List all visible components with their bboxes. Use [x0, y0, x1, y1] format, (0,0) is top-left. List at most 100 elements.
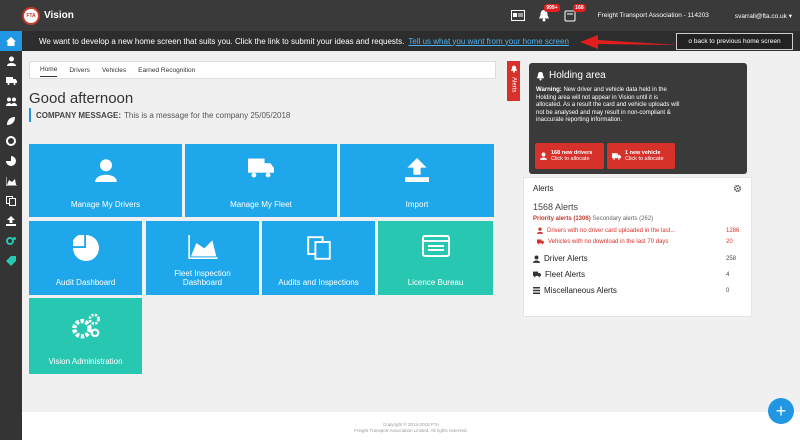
tile-label: Vision Administration: [48, 357, 123, 366]
truck-icon: [533, 271, 541, 278]
alerts-total: 1568 Alerts: [533, 202, 579, 212]
fta-logo[interactable]: FTA: [22, 6, 40, 25]
vehicles-btn-line2: Click to allocate: [625, 156, 664, 162]
category-count: 0: [726, 287, 730, 294]
leaf-icon: [7, 117, 15, 125]
sidebar-item-audits[interactable]: [0, 191, 22, 211]
tile-label: Fleet Inspection Dashboard: [174, 269, 231, 287]
priority-alert-count: 20: [726, 239, 733, 245]
category-label: Miscellaneous Alerts: [544, 286, 617, 295]
tile-label: Manage My Fleet: [230, 200, 292, 209]
notifications-badge: 999+: [544, 3, 560, 12]
top-bar: FTA Vision 999+ 168 Freight Transport As…: [0, 0, 800, 31]
priority-alert-count: 1286: [726, 227, 740, 234]
list-icon: [533, 287, 540, 294]
tile-licence-bureau[interactable]: Licence Bureau: [378, 221, 493, 295]
company-message-text: This is a message for the company 25/05/…: [124, 110, 291, 120]
priority-alerts-link[interactable]: Priority alerts (1306): [533, 216, 591, 222]
add-fab-button[interactable]: +: [768, 398, 794, 424]
sidebar-item-home[interactable]: [0, 31, 22, 51]
gears-icon: [5, 237, 16, 245]
tile-manage-my-fleet[interactable]: Manage My Fleet: [185, 144, 337, 217]
tile-label: Licence Bureau: [407, 278, 464, 287]
tile-label: Import: [405, 200, 429, 209]
top-bar-right: 999+ 168 Freight Transport Association -…: [510, 0, 792, 31]
truck-icon: [248, 158, 274, 178]
gear-icon[interactable]: [733, 184, 742, 193]
rights-text: Freight Transport Association Limited. A…: [354, 428, 468, 433]
tab-drivers[interactable]: Drivers: [69, 64, 90, 77]
tab-home[interactable]: Home: [40, 63, 58, 77]
tab-vehicles[interactable]: Vehicles: [102, 64, 126, 77]
company-message: COMPANY MESSAGE: This is a message for t…: [29, 108, 290, 122]
messages-icon[interactable]: 168: [562, 3, 586, 23]
sidebar-item-support[interactable]: [0, 131, 22, 151]
sidebar-item-tags[interactable]: [0, 251, 22, 271]
allocate-vehicles-button[interactable]: 1 new vehicle Click to allocate: [607, 143, 675, 169]
pie-chart-icon: [72, 235, 99, 261]
bell-icon: [510, 65, 517, 73]
truck-icon: [612, 152, 621, 160]
tile-vision-administration[interactable]: Vision Administration: [29, 298, 142, 374]
sidebar-item-drivers[interactable]: [0, 51, 22, 71]
alerts-filter-line: Priority alerts (1306) Secondary alerts …: [533, 216, 742, 222]
user-menu[interactable]: svarrall@fta.co.uk ▾: [735, 12, 792, 20]
plus-icon: +: [775, 400, 787, 421]
back-to-previous-home-button[interactable]: o back to previous home screen: [676, 33, 793, 50]
alerts-side-tab[interactable]: Alerts: [507, 61, 520, 101]
copy-icon: [6, 196, 16, 206]
tile-audits-and-inspections[interactable]: Audits and Inspections: [262, 221, 375, 295]
tile-import[interactable]: Import: [340, 144, 494, 217]
sidebar-item-reports[interactable]: [0, 111, 22, 131]
notifications-bell-icon[interactable]: 999+: [536, 3, 560, 23]
drivers-btn-line2: Click to allocate: [551, 156, 590, 162]
alerts-panel: Alerts 1568 Alerts Priority alerts (1306…: [523, 177, 752, 317]
sidebar-item-import[interactable]: [0, 211, 22, 231]
driver-alerts-row[interactable]: Driver Alerts 258: [533, 253, 742, 264]
tile-label: Audit Dashboard: [55, 278, 116, 287]
greeting: Good afternoon: [29, 90, 134, 107]
id-card-icon[interactable]: [510, 9, 526, 23]
sidebar-item-admin[interactable]: [0, 231, 22, 251]
area-chart-icon: [187, 235, 218, 259]
alerts-header: Alerts: [533, 178, 742, 198]
sidebar: [0, 31, 22, 440]
logo-text: FTA: [26, 12, 36, 19]
sidebar-item-analytics[interactable]: [0, 151, 22, 171]
sidebar-item-fleet[interactable]: [0, 71, 22, 91]
holding-area-title: Holding area: [536, 70, 740, 81]
truck-icon: [5, 77, 17, 85]
tile-label: Audits and Inspections: [278, 278, 359, 287]
home-icon: [6, 36, 16, 46]
company-message-label: COMPANY MESSAGE:: [36, 110, 122, 120]
messages-badge: 168: [573, 3, 586, 12]
misc-alerts-row[interactable]: Miscellaneous Alerts 0: [533, 285, 742, 296]
main-tabs: Home Drivers Vehicles Earned Recognition: [29, 61, 496, 79]
feedback-link[interactable]: Tell us what you want from your home scr…: [408, 37, 569, 46]
tile-fleet-inspection-dashboard[interactable]: Fleet Inspection Dashboard: [146, 221, 259, 295]
upload-icon: [6, 216, 16, 226]
tile-label: Manage My Drivers: [70, 200, 141, 209]
alerts-tab-label: Alerts: [510, 77, 517, 93]
secondary-alerts-link[interactable]: Secondary alerts (262): [592, 216, 653, 222]
category-label: Driver Alerts: [544, 254, 588, 263]
organisation-label: Freight Transport Association - 114203: [597, 12, 709, 19]
sidebar-item-trends[interactable]: [0, 171, 22, 191]
holding-area-panel: Holding area Warning: New driver and veh…: [529, 63, 747, 174]
user-icon: [533, 255, 540, 263]
tile-audit-dashboard[interactable]: Audit Dashboard: [29, 221, 142, 295]
allocate-drivers-button[interactable]: 168 new drivers Click to allocate: [535, 143, 604, 169]
sidebar-item-groups[interactable]: [0, 91, 22, 111]
users-icon: [5, 97, 17, 106]
pie-chart-icon: [6, 156, 16, 166]
tab-earned-recognition[interactable]: Earned Recognition: [138, 64, 195, 77]
tile-manage-my-drivers[interactable]: Manage My Drivers: [29, 144, 182, 217]
app-title: Vision: [44, 10, 74, 21]
alerts-title: Alerts: [533, 183, 554, 193]
priority-alert-row[interactable]: Vehicles with no download in the last 70…: [533, 239, 742, 245]
priority-alert-row[interactable]: Drivers with no driver card uploaded in …: [533, 227, 742, 234]
bell-icon: [536, 71, 545, 80]
fleet-alerts-row[interactable]: Fleet Alerts 4: [533, 269, 742, 280]
warning-label: Warning:: [536, 87, 562, 93]
truck-icon: [537, 239, 544, 245]
